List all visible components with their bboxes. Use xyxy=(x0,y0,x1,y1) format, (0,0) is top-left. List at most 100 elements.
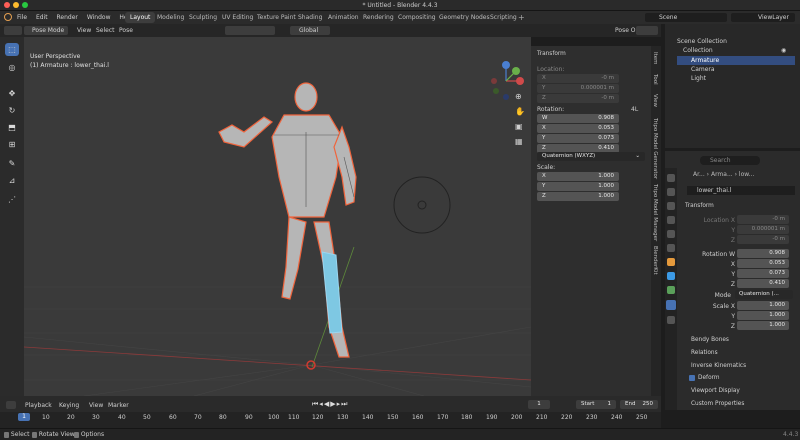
menu-edit[interactable]: Edit xyxy=(36,14,48,21)
n-location-label: Location: xyxy=(537,66,565,73)
section-relations[interactable]: Relations xyxy=(691,350,718,356)
view-layer-selector[interactable]: ViewLayer xyxy=(731,13,795,22)
orientation-selector[interactable]: Global xyxy=(290,26,330,35)
output-tab-icon[interactable] xyxy=(667,202,675,210)
n-tab-blenderkit[interactable]: BlenderKit xyxy=(652,246,658,275)
world-tab-icon[interactable] xyxy=(667,244,675,252)
playback-controls[interactable]: ⏮◂◀▶▸⏭ xyxy=(312,400,348,409)
measure-tool-icon[interactable]: ⊿ xyxy=(5,174,19,187)
sidebar-n-panel: Transform Location: X -0 m Y 0.000001 m Z-… xyxy=(531,46,651,396)
n-rotation-y[interactable]: Y 0.073 xyxy=(537,134,619,143)
outliner-collection[interactable]: Collection xyxy=(683,47,713,54)
n-rotation-mode-short[interactable]: 4L xyxy=(631,106,638,113)
n-tab-item[interactable]: Item xyxy=(652,52,658,65)
bone-name-field[interactable]: lower_thai.l xyxy=(687,186,795,195)
scale-tool-icon[interactable]: ⬒ xyxy=(5,121,19,134)
tab-layout[interactable]: Layout xyxy=(125,12,156,23)
view-layer-tab-icon[interactable] xyxy=(667,216,675,224)
n-scale-label: Scale: xyxy=(537,164,556,171)
bone-constraint-tab-icon[interactable] xyxy=(667,316,675,324)
menu-file[interactable]: File xyxy=(17,14,27,21)
active-bone-lower-thai[interactable] xyxy=(321,251,343,334)
mode-selector[interactable]: Pose Mode xyxy=(24,26,68,35)
timeline-menu-playback[interactable]: Playback xyxy=(25,402,52,409)
n-scale-z[interactable]: Z 1.000 xyxy=(537,192,619,201)
tool-tab-icon[interactable] xyxy=(667,174,675,182)
outliner-row-light[interactable]: Light xyxy=(691,75,706,82)
n-tab-tool[interactable]: Tool xyxy=(652,74,658,85)
start-frame-field[interactable]: Start 1 xyxy=(576,400,616,409)
rotate-tool-icon[interactable]: ↻ xyxy=(5,104,19,117)
props-transform-header[interactable]: Transform xyxy=(685,203,714,209)
section-inverse-kinematics[interactable]: Inverse Kinematics xyxy=(691,363,746,369)
transform-tool-icon[interactable]: ⊞ xyxy=(5,138,19,151)
camera-view-icon[interactable]: ▣ xyxy=(515,122,523,131)
outliner-row-camera[interactable]: Camera xyxy=(691,66,715,73)
n-rotation-w[interactable]: W 0.908 xyxy=(537,114,619,123)
vp-menu-select[interactable]: Select xyxy=(96,27,115,34)
ortho-toggle-icon[interactable]: ▦ xyxy=(515,137,523,146)
section-bendy-bones[interactable]: Bendy Bones xyxy=(691,337,729,343)
outliner-row-armature[interactable]: Armature xyxy=(677,56,795,65)
timeline-editor-type[interactable] xyxy=(6,401,16,409)
playhead[interactable]: 1 xyxy=(18,413,30,421)
select-box-tool-icon[interactable]: ⬚ xyxy=(5,43,19,56)
visibility-eye-icon[interactable]: ◉ xyxy=(781,47,786,54)
status-options-hint: Options xyxy=(74,431,104,438)
section-viewport-display[interactable]: Viewport Display xyxy=(691,388,740,394)
title-bar: * Untitled - Blender 4.4.3 xyxy=(0,0,800,11)
n-tab-view[interactable]: View xyxy=(652,94,658,107)
timeline-menu-marker[interactable]: Marker xyxy=(108,402,129,409)
section-deform[interactable]: Deform xyxy=(698,375,720,381)
n-location-x[interactable]: X -0 m xyxy=(537,74,619,83)
n-rotation-mode-dropdown[interactable]: Quaternion (WXYZ) ⌄ xyxy=(537,152,645,161)
tab-scripting[interactable]: Scripting xyxy=(485,12,522,23)
menu-window[interactable]: Window xyxy=(87,14,111,21)
bone-tool-icon[interactable]: ⋰ xyxy=(5,193,19,206)
toolbar: ⬚ ◎ ✥ ↻ ⬒ ⊞ ✎ ⊿ ⋰ xyxy=(0,37,24,396)
window-title: * Untitled - Blender 4.4.3 xyxy=(362,2,438,9)
3d-viewport[interactable]: User Perspective (1) Armature : lower_th… xyxy=(24,37,531,396)
timeline-menu-view[interactable]: View xyxy=(89,402,103,409)
current-frame-field[interactable]: 1 xyxy=(528,400,550,409)
n-location-z[interactable]: Z -0 m xyxy=(537,94,619,103)
n-tab-tripo-generator[interactable]: Tripo Model Generator xyxy=(652,118,658,179)
shading-modes[interactable] xyxy=(636,26,658,35)
vp-menu-view[interactable]: View xyxy=(77,27,91,34)
gizmo-z-icon xyxy=(502,61,510,69)
editor-type-button[interactable] xyxy=(4,26,22,35)
render-tab-icon[interactable] xyxy=(667,188,675,196)
end-frame-field[interactable]: End 250 xyxy=(620,400,658,409)
n-tab-tripo-manager[interactable]: Tripo Model Manager xyxy=(652,184,658,241)
deform-checkbox[interactable] xyxy=(689,375,695,381)
blender-logo-icon[interactable] xyxy=(4,13,12,21)
cursor-tool-icon[interactable]: ◎ xyxy=(5,61,19,74)
scene-selector[interactable]: Scene xyxy=(645,13,727,22)
move-tool-icon[interactable]: ✥ xyxy=(5,87,19,100)
data-tab-icon[interactable] xyxy=(667,286,675,294)
add-workspace-icon[interactable]: + xyxy=(518,13,525,22)
timeline-menu-keying[interactable]: Keying xyxy=(59,402,79,409)
zoom-icon[interactable]: ⊕ xyxy=(515,92,522,101)
pan-hand-icon[interactable]: ✋ xyxy=(515,107,525,116)
n-transform-header[interactable]: Transform xyxy=(537,51,566,57)
vp-menu-pose[interactable]: Pose xyxy=(119,27,133,34)
light-object[interactable] xyxy=(393,176,451,234)
viewport-scene xyxy=(24,82,531,396)
properties-editor: Search Ar... › Arma... › low... lower_th… xyxy=(665,151,800,410)
timeline-ruler[interactable]: 1 10 20 30 40 50 60 70 80 90 100 110 120… xyxy=(0,412,661,428)
n-rotation-x[interactable]: X 0.053 xyxy=(537,124,619,133)
section-custom-properties[interactable]: Custom Properties xyxy=(691,401,744,407)
object-tab-icon[interactable] xyxy=(667,258,675,266)
n-scale-x[interactable]: X 1.000 xyxy=(537,172,619,181)
scene-tab-icon[interactable] xyxy=(667,230,675,238)
n-scale-y[interactable]: Y 1.000 xyxy=(537,182,619,191)
bone-tab-icon[interactable] xyxy=(666,300,676,310)
menu-render[interactable]: Render xyxy=(57,14,78,21)
physics-tab-icon[interactable] xyxy=(667,272,675,280)
n-location-y[interactable]: Y 0.000001 m xyxy=(537,84,619,93)
properties-search[interactable]: Search xyxy=(700,156,760,165)
outliner-scene-collection[interactable]: Scene Collection xyxy=(677,38,727,45)
viewport-toggles[interactable] xyxy=(225,26,275,35)
annotate-tool-icon[interactable]: ✎ xyxy=(5,157,19,170)
